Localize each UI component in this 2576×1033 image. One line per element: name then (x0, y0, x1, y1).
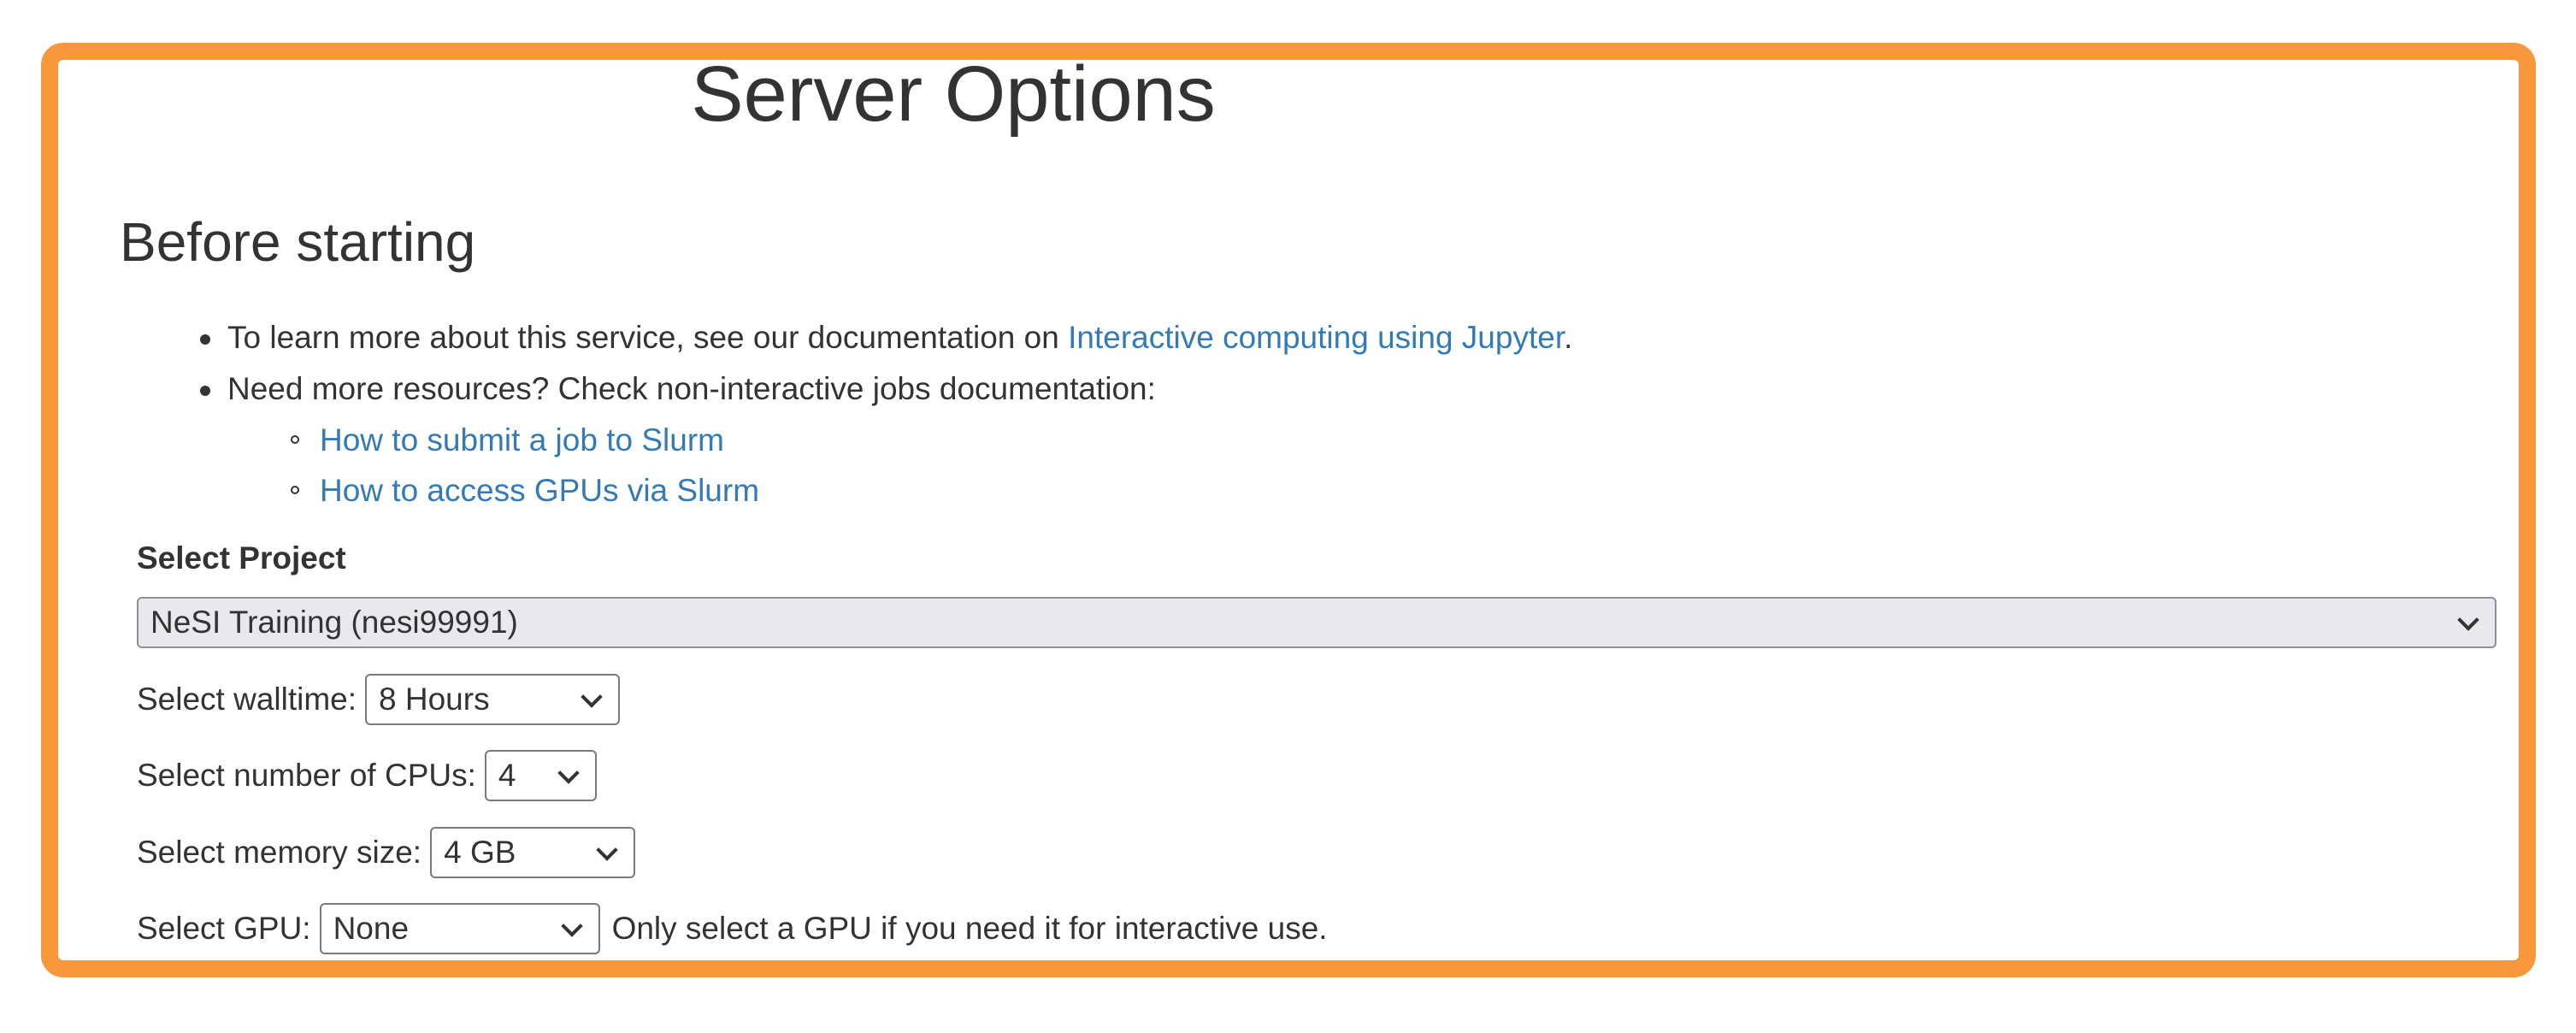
memory-select-value: 4 GB (444, 835, 516, 870)
bullet-suffix: . (1564, 320, 1573, 355)
cpus-select-value: 4 (498, 758, 516, 793)
chevron-down-icon (581, 686, 603, 708)
walltime-row: Select walltime: 8 Hours (137, 674, 621, 725)
memory-label: Select memory size: (137, 835, 422, 870)
walltime-select-value: 8 Hours (379, 682, 490, 717)
bullet-text: Need more resources? Check non-interacti… (227, 371, 1156, 406)
select-project-label: Select Project (137, 540, 346, 576)
cpus-row: Select number of CPUs: 4 (137, 750, 597, 801)
bullet-text: To learn more about this service, see ou… (227, 320, 1069, 355)
chevron-down-icon (557, 762, 580, 784)
gpu-hint-text: Only select a GPU if you need it for int… (611, 911, 1328, 946)
interactive-computing-link[interactable]: Interactive computing using Jupyter (1068, 320, 1564, 355)
gpu-select[interactable]: None (319, 903, 600, 954)
access-gpus-slurm-link[interactable]: How to access GPUs via Slurm (320, 473, 759, 508)
chevron-down-icon (596, 839, 618, 861)
cpus-label: Select number of CPUs: (137, 758, 476, 793)
walltime-select[interactable]: 8 Hours (365, 674, 621, 725)
walltime-label: Select walltime: (137, 682, 357, 717)
sub-list-item-slurm-job: How to submit a job to Slurm (291, 422, 724, 457)
submit-slurm-job-link[interactable]: How to submit a job to Slurm (320, 422, 724, 457)
memory-select[interactable]: 4 GB (430, 827, 636, 878)
before-starting-heading: Before starting (120, 211, 476, 273)
list-item-more-resources: Need more resources? Check non-interacti… (200, 371, 1156, 406)
memory-row: Select memory size: 4 GB (137, 827, 636, 878)
cpus-select[interactable]: 4 (484, 750, 597, 801)
sub-list-item-gpu-slurm: How to access GPUs via Slurm (290, 473, 759, 508)
gpu-label: Select GPU: (137, 911, 311, 946)
chevron-down-icon (560, 915, 583, 937)
project-select[interactable]: NeSI Training (nesi99991) (137, 597, 2496, 648)
list-item-documentation: To learn more about this service, see ou… (199, 320, 1573, 355)
gpu-select-value: None (333, 911, 410, 946)
gpu-row: Select GPU: None Only select a GPU if yo… (137, 903, 1328, 954)
project-select-value: NeSI Training (nesi99991) (150, 605, 518, 640)
page-title: Server Options (691, 50, 1216, 138)
chevron-down-icon (2457, 609, 2479, 631)
